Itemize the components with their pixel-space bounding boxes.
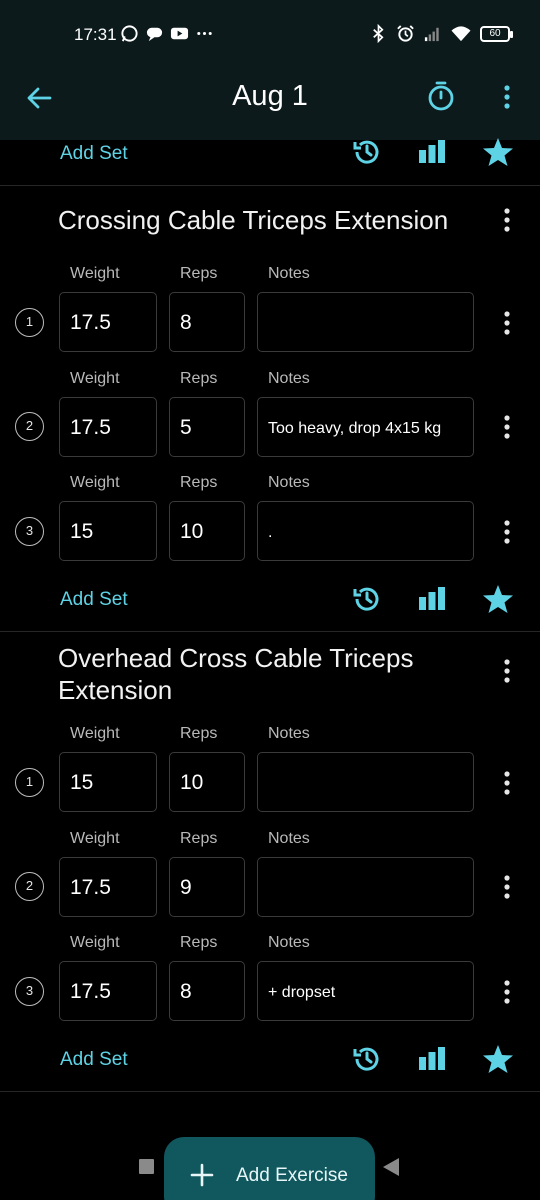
system-back-button[interactable] xyxy=(383,1158,399,1176)
bar-chart-icon[interactable] xyxy=(416,1043,448,1075)
notes-input[interactable] xyxy=(257,857,474,917)
reps-input[interactable]: 8 xyxy=(169,292,245,352)
exercise-title: Crossing Cable Triceps Extension xyxy=(58,205,449,235)
notes-input[interactable]: + dropset xyxy=(257,961,474,1021)
stopwatch-icon[interactable] xyxy=(425,80,457,112)
add-exercise-button[interactable]: Add Exercise xyxy=(164,1137,375,1200)
set-more-icon[interactable] xyxy=(497,517,517,547)
workout-content[interactable]: Add Set Crossing Cable Triceps Extension… xyxy=(0,138,540,1200)
set-more-icon[interactable] xyxy=(497,768,517,798)
notes-label: Notes xyxy=(268,725,310,742)
reps-input[interactable]: 9 xyxy=(169,857,245,917)
weight-input[interactable]: 15 xyxy=(59,752,157,812)
weight-label: Weight xyxy=(70,934,120,951)
notes-label: Notes xyxy=(268,474,310,491)
wifi-icon xyxy=(451,26,471,42)
weight-label: Weight xyxy=(70,370,120,387)
set-number: 2 xyxy=(15,872,44,901)
weight-input[interactable]: 17.5 xyxy=(59,857,157,917)
set-number: 2 xyxy=(15,412,44,441)
set-more-icon[interactable] xyxy=(497,308,517,338)
set-more-icon[interactable] xyxy=(497,977,517,1007)
more-vert-icon[interactable] xyxy=(497,82,517,112)
history-icon[interactable] xyxy=(351,136,383,168)
star-icon[interactable] xyxy=(482,583,514,615)
top-bar: 17:31 60 Aug 1 xyxy=(0,0,540,140)
youtube-icon xyxy=(170,27,189,40)
status-bar: 17:31 60 xyxy=(0,0,540,70)
set-number: 3 xyxy=(15,977,44,1006)
history-icon[interactable] xyxy=(351,583,383,615)
weight-input[interactable]: 17.5 xyxy=(59,397,157,457)
reps-input[interactable]: 10 xyxy=(169,752,245,812)
notes-label: Notes xyxy=(268,265,310,282)
add-set-button[interactable]: Add Set xyxy=(60,143,128,165)
set-more-icon[interactable] xyxy=(497,412,517,442)
divider xyxy=(0,631,540,632)
exercise-more-icon[interactable] xyxy=(497,205,517,235)
bar-chart-icon[interactable] xyxy=(416,583,448,615)
reps-label: Reps xyxy=(180,725,218,742)
star-icon[interactable] xyxy=(482,1043,514,1075)
notes-input[interactable]: . xyxy=(257,501,474,561)
notes-input[interactable] xyxy=(257,292,474,352)
set-more-icon[interactable] xyxy=(497,872,517,902)
system-icons: 60 xyxy=(369,24,513,43)
weight-input[interactable]: 15 xyxy=(59,501,157,561)
add-exercise-label: Add Exercise xyxy=(236,1165,348,1186)
weight-label: Weight xyxy=(70,265,120,282)
page-title: Aug 1 xyxy=(232,80,308,112)
whatsapp-icon xyxy=(121,25,138,42)
weight-input[interactable]: 17.5 xyxy=(59,961,157,1021)
divider xyxy=(0,1091,540,1092)
reps-input[interactable]: 10 xyxy=(169,501,245,561)
exercise-more-icon[interactable] xyxy=(497,656,517,686)
add-set-button[interactable]: Add Set xyxy=(60,589,128,611)
chat-icon xyxy=(146,27,163,42)
reps-label: Reps xyxy=(180,830,218,847)
notes-input[interactable]: Too heavy, drop 4x15 kg xyxy=(257,397,474,457)
bar-chart-icon[interactable] xyxy=(416,136,448,168)
reps-label: Reps xyxy=(180,474,218,491)
notes-label: Notes xyxy=(268,934,310,951)
weight-label: Weight xyxy=(70,725,120,742)
plus-icon xyxy=(190,1163,214,1187)
more-horiz-icon xyxy=(197,31,212,36)
app-bar: Aug 1 xyxy=(0,70,540,128)
divider xyxy=(0,185,540,186)
notes-label: Notes xyxy=(268,370,310,387)
bluetooth-icon xyxy=(373,24,384,43)
history-icon[interactable] xyxy=(351,1043,383,1075)
notes-input[interactable] xyxy=(257,752,474,812)
add-set-button[interactable]: Add Set xyxy=(60,1049,128,1071)
set-number: 3 xyxy=(15,517,44,546)
signal-icon xyxy=(424,27,439,42)
notes-label: Notes xyxy=(268,830,310,847)
status-time: 17:31 xyxy=(74,25,117,44)
battery-indicator: 60 xyxy=(480,25,513,42)
reps-label: Reps xyxy=(180,370,218,387)
weight-input[interactable]: 17.5 xyxy=(59,292,157,352)
recents-button[interactable] xyxy=(139,1159,154,1174)
weight-label: Weight xyxy=(70,830,120,847)
exercise-title: Overhead Cross Cable Triceps Extension xyxy=(58,643,414,705)
alarm-icon xyxy=(397,25,414,42)
reps-label: Reps xyxy=(180,265,218,282)
set-number: 1 xyxy=(15,768,44,797)
weight-label: Weight xyxy=(70,474,120,491)
reps-input[interactable]: 5 xyxy=(169,397,245,457)
star-icon[interactable] xyxy=(482,136,514,168)
reps-input[interactable]: 8 xyxy=(169,961,245,1021)
reps-label: Reps xyxy=(180,934,218,951)
notification-icons xyxy=(120,24,214,43)
set-number: 1 xyxy=(15,308,44,337)
